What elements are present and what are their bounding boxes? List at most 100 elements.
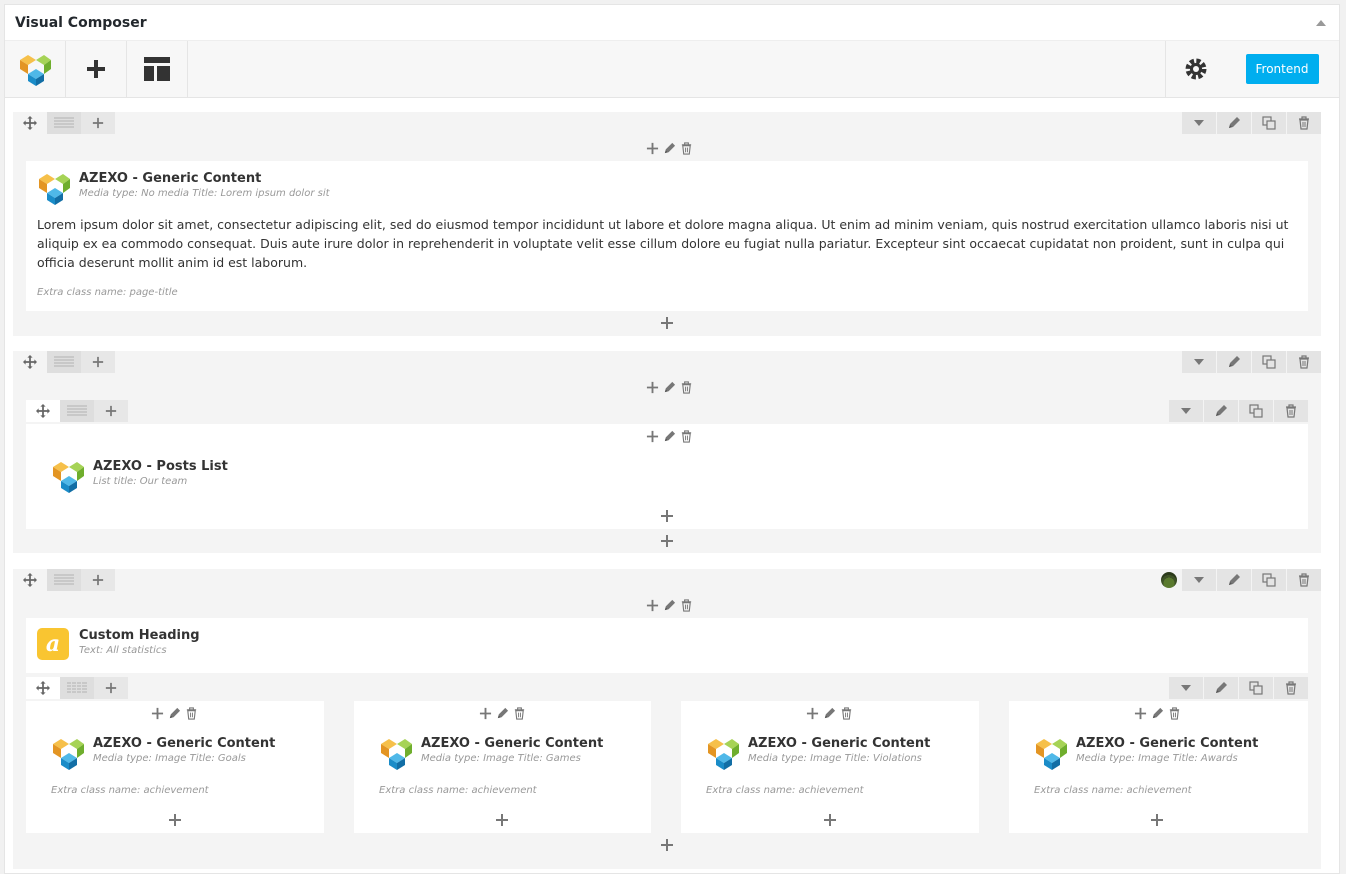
add-icon[interactable]	[660, 509, 674, 523]
delete-icon[interactable]	[680, 430, 693, 443]
move-icon[interactable]	[13, 351, 47, 373]
edit-icon[interactable]	[1151, 707, 1164, 720]
add-icon[interactable]	[823, 813, 837, 827]
delete-icon[interactable]	[1287, 351, 1321, 373]
element-subtitle: List title: Our team	[93, 476, 188, 487]
edit-icon[interactable]	[496, 707, 509, 720]
delete-icon[interactable]	[513, 707, 526, 720]
element-generic-content[interactable]: AZEXO - Generic Content Media type: Imag…	[51, 736, 275, 770]
delete-icon[interactable]	[680, 381, 693, 394]
edit-icon[interactable]	[663, 430, 676, 443]
edit-icon[interactable]	[1204, 400, 1238, 422]
element-extra-class: Extra class name: achievement	[379, 785, 537, 796]
edit-icon[interactable]	[168, 707, 181, 720]
edit-icon[interactable]	[663, 599, 676, 612]
clone-icon[interactable]	[1252, 351, 1286, 373]
delete-icon[interactable]	[185, 707, 198, 720]
layout-icon[interactable]	[60, 400, 94, 422]
row-controls-left	[13, 112, 115, 134]
delete-icon[interactable]	[1168, 707, 1181, 720]
move-icon[interactable]	[26, 400, 60, 422]
layout-icon[interactable]	[47, 569, 81, 591]
delete-icon[interactable]	[1287, 112, 1321, 134]
element-title: Custom Heading	[79, 628, 200, 643]
move-icon[interactable]	[13, 112, 47, 134]
element-posts-list[interactable]: AZEXO - Posts List List title: Our team	[51, 459, 228, 493]
add-icon[interactable]	[168, 813, 182, 827]
element-generic-content[interactable]: AZEXO - Generic Content Media type: Imag…	[379, 736, 603, 770]
row-3: a Custom Heading Text: All statistics AZ…	[13, 569, 1321, 869]
toggle-icon[interactable]	[1182, 569, 1216, 591]
edit-icon[interactable]	[1217, 569, 1251, 591]
delete-icon[interactable]	[680, 142, 693, 155]
add-icon[interactable]	[646, 599, 659, 612]
edit-icon[interactable]	[823, 707, 836, 720]
add-icon[interactable]	[151, 707, 164, 720]
layout-icon[interactable]	[60, 677, 94, 699]
add-icon[interactable]	[495, 813, 509, 827]
element-title: AZEXO - Posts List	[93, 459, 228, 474]
add-icon[interactable]	[646, 430, 659, 443]
row-2: AZEXO - Posts List List title: Our team	[13, 351, 1321, 553]
add-icon[interactable]	[479, 707, 492, 720]
add-icon[interactable]	[1150, 813, 1164, 827]
panel-title: Visual Composer	[15, 14, 147, 31]
delete-icon[interactable]	[1274, 677, 1308, 699]
add-icon[interactable]	[660, 534, 674, 548]
clone-icon[interactable]	[1239, 677, 1273, 699]
clone-icon[interactable]	[1239, 400, 1273, 422]
row-1: AZEXO - Generic Content Media type: No m…	[13, 112, 1321, 336]
element-generic-content[interactable]: AZEXO - Generic Content Media type: No m…	[37, 171, 330, 205]
vc-logo-icon	[379, 736, 413, 770]
element-title: AZEXO - Generic Content	[93, 736, 276, 751]
collapse-icon[interactable]	[1303, 5, 1339, 41]
column-controls	[151, 705, 198, 721]
add-column-icon[interactable]	[94, 400, 128, 422]
edit-icon[interactable]	[663, 142, 676, 155]
add-icon[interactable]	[660, 838, 674, 852]
toggle-icon[interactable]	[1182, 112, 1216, 134]
delete-icon[interactable]	[680, 599, 693, 612]
frontend-button[interactable]: Frontend	[1245, 54, 1319, 84]
clone-icon[interactable]	[1252, 112, 1286, 134]
element-generic-content[interactable]: AZEXO - Generic Content Media type: Imag…	[1034, 736, 1258, 770]
inner-row-controls-left	[26, 677, 128, 699]
delete-icon[interactable]	[1287, 569, 1321, 591]
layout-icon[interactable]	[47, 112, 81, 134]
add-icon[interactable]	[1134, 707, 1147, 720]
edit-icon[interactable]	[1217, 112, 1251, 134]
add-column-icon[interactable]	[81, 112, 115, 134]
toggle-icon[interactable]	[1169, 677, 1203, 699]
add-icon[interactable]	[660, 316, 674, 330]
add-icon[interactable]	[646, 381, 659, 394]
add-column-icon[interactable]	[94, 677, 128, 699]
move-icon[interactable]	[26, 677, 60, 699]
add-column-icon[interactable]	[81, 569, 115, 591]
gear-icon[interactable]	[1165, 41, 1225, 97]
edit-icon[interactable]	[1217, 351, 1251, 373]
toggle-icon[interactable]	[1182, 351, 1216, 373]
vc-logo-icon[interactable]	[5, 41, 66, 97]
clone-icon[interactable]	[1252, 569, 1286, 591]
add-icon[interactable]	[806, 707, 819, 720]
column-controls	[646, 597, 693, 613]
edit-icon[interactable]	[663, 381, 676, 394]
column-controls	[646, 428, 693, 444]
add-icon[interactable]	[646, 142, 659, 155]
templates-button[interactable]	[127, 41, 188, 97]
inner-column-3: AZEXO - Generic Content Media type: Imag…	[681, 701, 979, 833]
row-controls-left	[13, 351, 115, 373]
move-icon[interactable]	[13, 569, 47, 591]
column-controls	[806, 705, 853, 721]
add-column-icon[interactable]	[81, 351, 115, 373]
delete-icon[interactable]	[1274, 400, 1308, 422]
element-custom-heading[interactable]: a Custom Heading Text: All statistics	[37, 628, 200, 660]
edit-icon[interactable]	[1204, 677, 1238, 699]
element-generic-content[interactable]: AZEXO - Generic Content Media type: Imag…	[706, 736, 930, 770]
layout-icon[interactable]	[47, 351, 81, 373]
element-subtitle: Text: All statistics	[79, 645, 167, 656]
delete-icon[interactable]	[840, 707, 853, 720]
element-title: AZEXO - Generic Content	[748, 736, 931, 751]
add-element-button[interactable]	[66, 41, 127, 97]
toggle-icon[interactable]	[1169, 400, 1203, 422]
